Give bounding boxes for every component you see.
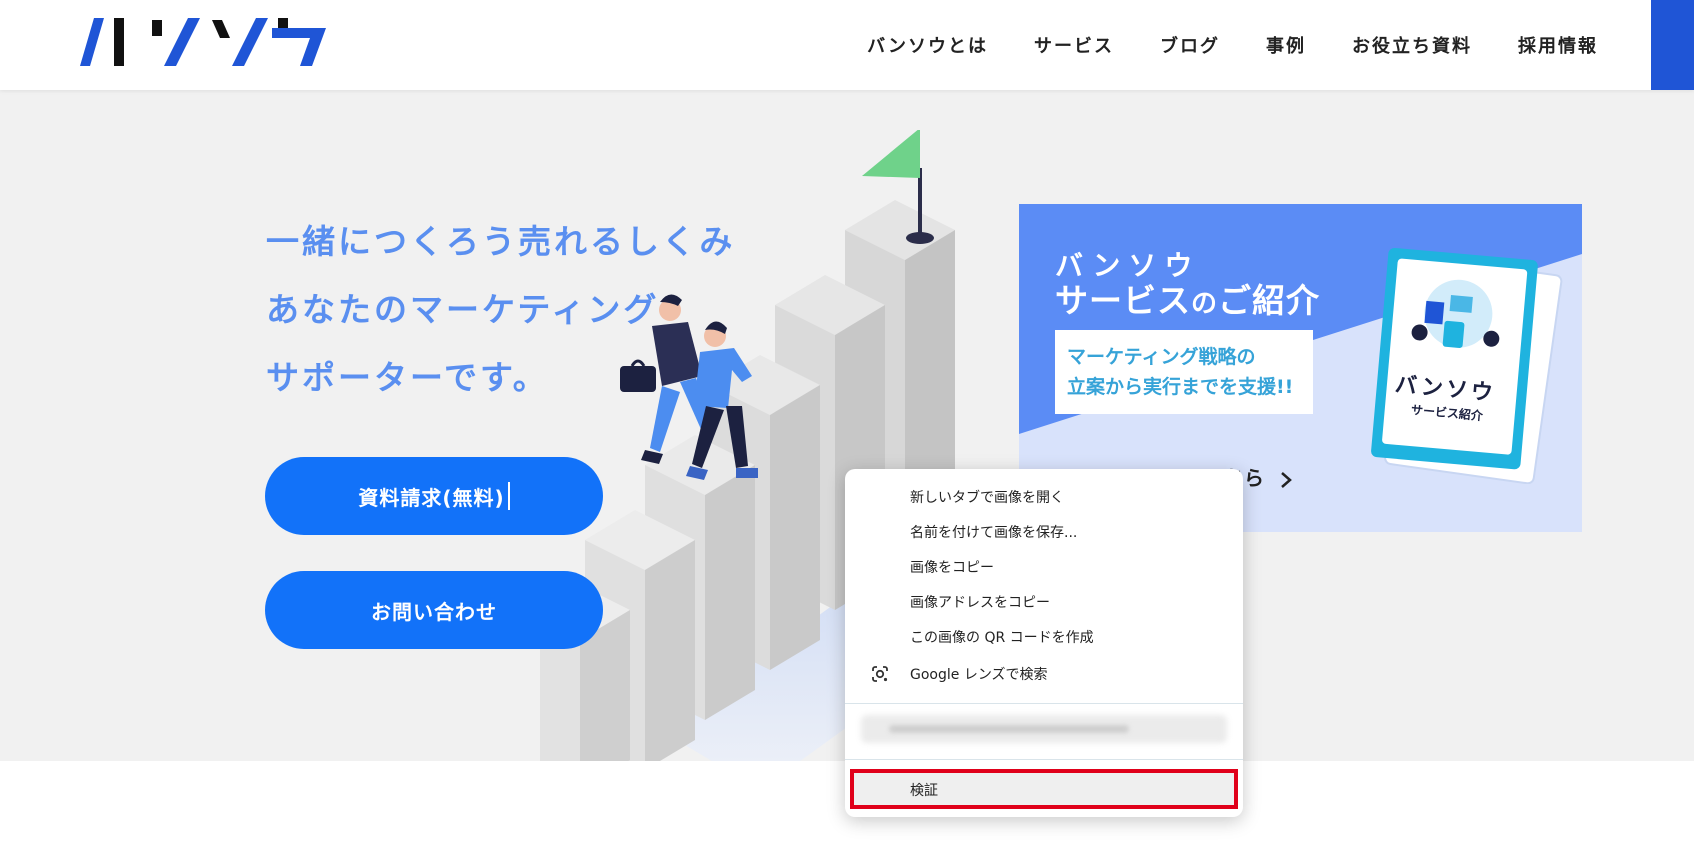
ctx-create-qr-code[interactable]: この画像の QR コードを作成 xyxy=(845,619,1243,654)
ctx-open-image-new-tab[interactable]: 新しいタブで画像を開く xyxy=(845,479,1243,514)
ctx-item-label: この画像の QR コードを作成 xyxy=(910,629,1094,646)
main-nav: バンソウとは サービス ブログ 事例 お役立ち資料 採用情報 xyxy=(867,0,1598,90)
banner-description-line-1: マーケティング戦略の xyxy=(1067,346,1256,368)
site-header: バンソウとは サービス ブログ 事例 お役立ち資料 採用情報 xyxy=(0,0,1694,90)
request-materials-label: 資料請求(無料) xyxy=(358,485,505,510)
ctx-google-lens-search[interactable]: Google レンズで検索 xyxy=(845,656,1243,691)
nav-item-blog[interactable]: ブログ xyxy=(1160,32,1220,58)
google-lens-icon xyxy=(872,666,888,682)
hero-headline: 一緒につくろう売れるしくみ あなたのマーケティング サポーターです。 xyxy=(266,208,786,412)
ctx-copy-image-address[interactable]: 画像アドレスをコピー xyxy=(845,584,1243,619)
request-materials-button[interactable]: 資料請求(無料) xyxy=(265,457,603,535)
context-menu: 新しいタブで画像を開く 名前を付けて画像を保存... 画像をコピー 画像アドレス… xyxy=(845,469,1243,817)
ctx-item-label: 画像アドレスをコピー xyxy=(910,594,1050,611)
ctx-save-image-as[interactable]: 名前を付けて画像を保存... xyxy=(845,514,1243,549)
contact-label: お問い合わせ xyxy=(371,599,497,624)
ctx-item-label: 名前を付けて画像を保存... xyxy=(910,524,1078,541)
ctx-item-label: Google レンズで検索 xyxy=(910,666,1048,683)
banner-title-end: ご紹介 xyxy=(1218,281,1321,320)
ctx-item-label: 画像をコピー xyxy=(910,559,994,576)
contact-button[interactable]: お問い合わせ xyxy=(265,571,603,649)
nav-item-resources[interactable]: お役立ち資料 xyxy=(1352,32,1472,58)
banner-description-line-2: 立案から実行までを支援!! xyxy=(1067,376,1294,398)
chevron-right-icon xyxy=(1281,471,1292,488)
headline-line-3: サポーターです。 xyxy=(266,358,549,397)
ctx-separator xyxy=(845,703,1243,704)
ctx-inspect[interactable]: 検証 xyxy=(845,772,1243,807)
text-cursor xyxy=(507,482,510,510)
nav-item-recruit[interactable]: 採用情報 xyxy=(1518,32,1598,58)
ctx-blurred-text xyxy=(889,725,1129,733)
ctx-separator xyxy=(845,759,1243,760)
nav-item-service[interactable]: サービス xyxy=(1034,32,1114,58)
brochure-image[interactable] xyxy=(1359,244,1564,484)
ctx-item-label: 検証 xyxy=(910,782,938,799)
bansou-logo[interactable] xyxy=(80,14,326,70)
ctx-copy-image[interactable]: 画像をコピー xyxy=(845,549,1243,584)
header-accent-block xyxy=(1651,0,1694,90)
headline-line-2: あなたのマーケティング xyxy=(266,290,660,329)
banner-title-particle: の xyxy=(1191,289,1219,319)
nav-item-about[interactable]: バンソウとは xyxy=(867,32,988,58)
banner-description-box: マーケティング戦略の 立案から実行までを支援!! xyxy=(1055,330,1313,414)
nav-item-cases[interactable]: 事例 xyxy=(1266,32,1306,58)
banner-title-main: サービス xyxy=(1055,281,1191,320)
headline-line-1: 一緒につくろう売れるしくみ xyxy=(266,222,736,261)
banner-title: サービスのご紹介 xyxy=(1055,274,1320,322)
ctx-item-label: 新しいタブで画像を開く xyxy=(910,489,1064,506)
